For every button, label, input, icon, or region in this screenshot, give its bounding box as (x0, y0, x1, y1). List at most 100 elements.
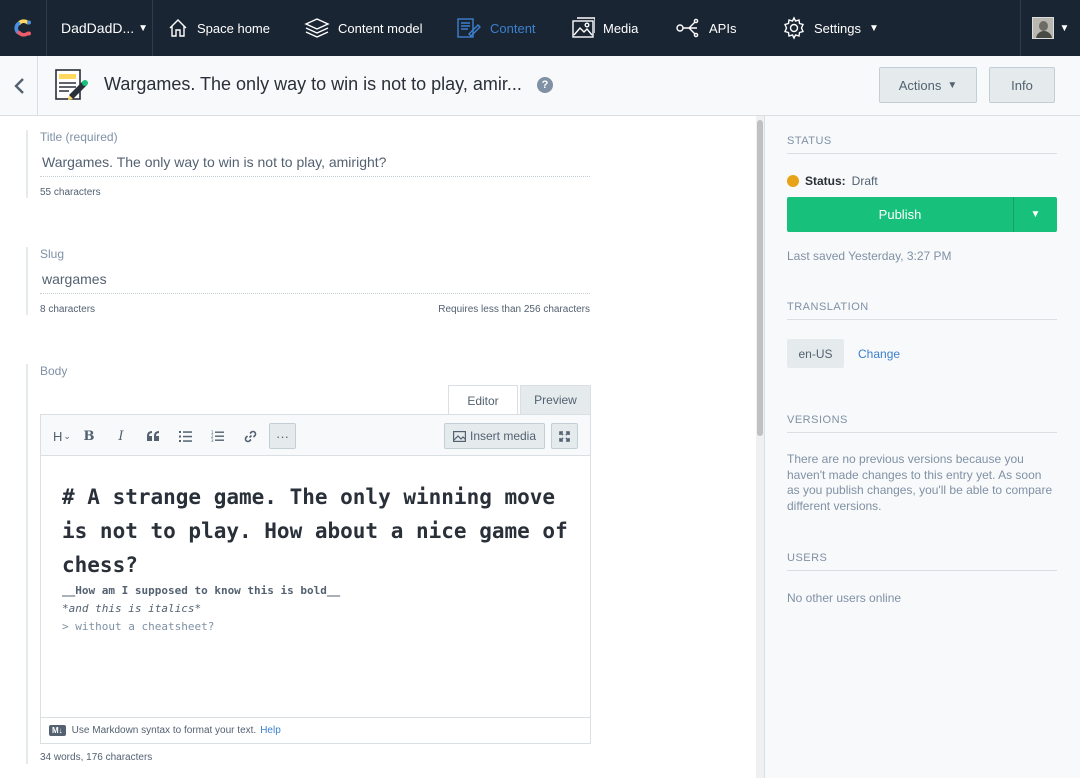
expand-icon (559, 430, 570, 442)
field-counter: 8 characters Requires less than 256 char… (40, 304, 590, 315)
api-icon (676, 18, 699, 38)
nav-settings[interactable]: Settings ▼ (782, 0, 879, 56)
char-limit: Requires less than 256 characters (438, 304, 590, 315)
field-label: Title (required) (40, 130, 118, 144)
scrollbar-thumb[interactable] (757, 120, 763, 436)
status-dot (787, 175, 799, 187)
gear-icon (784, 16, 804, 40)
markdown-editor: H ⌄ B I 123 ··· Insert media # A strange … (40, 414, 591, 744)
editor-toolbar: H ⌄ B I 123 ··· Insert media (41, 415, 590, 456)
entry-title: Wargames. The only way to win is not to … (104, 74, 522, 94)
status-heading: STATUS (787, 135, 1057, 154)
entry-sidebar: STATUS Status: Draft Publish ▼ Last save… (765, 116, 1080, 778)
quote-button[interactable] (142, 423, 164, 449)
svg-text:3: 3 (211, 438, 214, 442)
nav-apis[interactable]: APIs (675, 0, 736, 56)
home-icon (169, 19, 187, 37)
actions-label: Actions (898, 77, 942, 93)
layers-icon (304, 18, 330, 38)
chevron-down-icon: ▼ (1030, 209, 1041, 220)
markdown-help-link[interactable]: Help (260, 725, 281, 736)
content-icon (457, 18, 481, 38)
insert-media-label: Insert media (469, 429, 537, 443)
nav-space-home[interactable]: Space home (167, 0, 270, 56)
info-button[interactable]: Info (989, 67, 1055, 103)
markdown-hint: Use Markdown syntax to format your text. (71, 725, 257, 736)
more-options-button[interactable]: ··· (269, 423, 296, 449)
input-underline (40, 176, 590, 177)
back-arrow-icon[interactable] (0, 56, 38, 115)
user-menu[interactable]: ▼ (1020, 0, 1080, 56)
markdown-help-footer: M↓ Use Markdown syntax to format your te… (41, 717, 590, 743)
contentful-logo-icon[interactable] (0, 0, 46, 56)
markdown-bold-line: __How am I supposed to know this is bold… (62, 584, 341, 597)
field-label: Body (40, 364, 68, 378)
publish-button-group: Publish ▼ (787, 197, 1057, 232)
actions-button[interactable]: Actions ▼ (879, 67, 977, 103)
input-underline (40, 293, 590, 294)
fullscreen-button[interactable] (551, 423, 578, 449)
link-icon (244, 430, 256, 442)
users-text: No other users online (787, 591, 902, 605)
tab-editor[interactable]: Editor (448, 385, 518, 415)
link-button[interactable] (239, 423, 261, 449)
markdown-icon: M↓ (49, 725, 66, 736)
status-label: Status: (805, 174, 846, 188)
quote-icon (147, 431, 159, 441)
versions-heading: VERSIONS (787, 414, 1057, 433)
nav-label: Space home (197, 20, 270, 36)
italic-button[interactable]: I (111, 423, 131, 449)
chevron-down-icon: ▼ (947, 79, 958, 91)
heading-button[interactable]: H ⌄ (49, 423, 75, 449)
entry-header: Wargames. The only way to win is not to … (0, 56, 1080, 116)
char-count: 55 characters (40, 187, 101, 198)
status-value: Draft (851, 174, 878, 188)
list-icon (178, 430, 192, 442)
title-input[interactable]: Wargames. The only way to win is not to … (40, 154, 590, 170)
markdown-italic-line: *and this is italics* (62, 602, 202, 615)
ordered-list-icon: 123 (211, 430, 224, 442)
help-icon[interactable]: ? (537, 77, 553, 93)
publish-button[interactable]: Publish (787, 197, 1013, 232)
bold-button[interactable]: B (79, 423, 99, 449)
field-counter: 55 characters (40, 187, 590, 198)
nav-label: APIs (709, 20, 737, 36)
space-name: DadDadD... (61, 20, 135, 36)
nav-label: Settings (814, 20, 861, 36)
ordered-list-button[interactable]: 123 (206, 423, 228, 449)
chevron-down-icon: ▼ (138, 22, 149, 34)
slug-field: Slug wargames 8 characters Requires less… (26, 247, 590, 315)
nav-content-model[interactable]: Content model (304, 0, 423, 56)
locale-badge: en-US (787, 339, 844, 368)
tab-preview[interactable]: Preview (520, 385, 591, 414)
change-locale-link[interactable]: Change (858, 347, 900, 361)
chevron-down-icon: ▼ (1059, 22, 1070, 34)
space-switcher[interactable]: DadDadD... ▼ (46, 0, 153, 56)
heading-label: H (53, 428, 63, 444)
entry-icon (54, 68, 90, 107)
status-row: Status: Draft (787, 174, 878, 188)
insert-media-button[interactable]: Insert media (444, 423, 545, 449)
publish-options-button[interactable]: ▼ (1013, 197, 1057, 232)
last-saved: Last saved Yesterday, 3:27 PM (787, 249, 952, 263)
image-icon (452, 430, 466, 442)
nav-label: Content model (338, 20, 423, 36)
users-heading: USERS (787, 552, 1057, 571)
chevron-down-icon: ▼ (868, 22, 879, 34)
nav-media[interactable]: Media (571, 0, 638, 56)
markdown-content[interactable]: # A strange game. The only winning move … (62, 480, 572, 636)
nav-content[interactable]: Content (456, 0, 536, 56)
markdown-quote-line: > without a cheatsheet? (62, 620, 215, 633)
unordered-list-button[interactable] (174, 423, 196, 449)
chevron-down-icon: ⌄ (63, 430, 71, 441)
field-label: Slug (40, 247, 65, 261)
markdown-heading: # A strange game. The only winning move … (62, 485, 568, 577)
translation-heading: TRANSLATION (787, 301, 1057, 320)
nav-label: Media (603, 20, 639, 36)
slug-input[interactable]: wargames (40, 271, 590, 287)
char-count: 8 characters (40, 304, 96, 315)
media-icon (572, 17, 595, 38)
nav-label: Content (490, 20, 536, 36)
avatar (1031, 17, 1054, 39)
versions-text: There are no previous versions because y… (787, 452, 1053, 513)
